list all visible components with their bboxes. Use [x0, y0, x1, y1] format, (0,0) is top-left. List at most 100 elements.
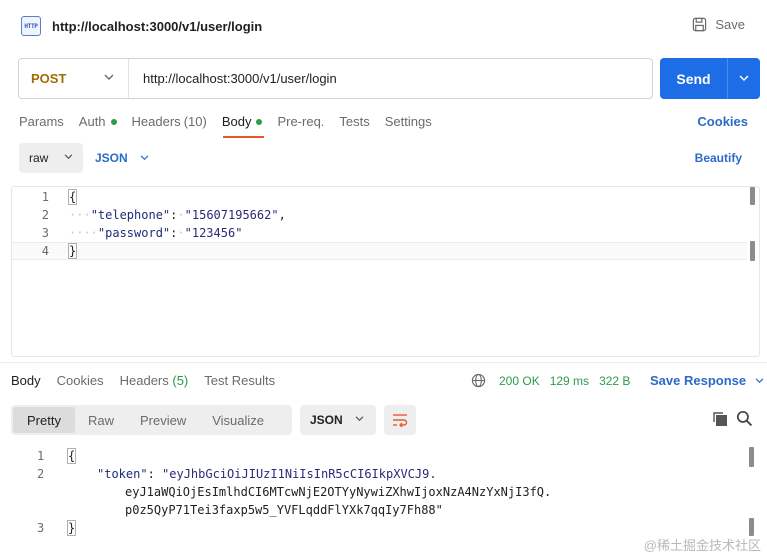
body-language-select[interactable]: JSON — [95, 151, 149, 165]
tab-headers[interactable]: Headers (10) — [132, 114, 207, 129]
body-mode-label: raw — [29, 151, 49, 165]
url-input[interactable]: http://localhost:3000/v1/user/login — [129, 71, 337, 86]
tab-label: Auth — [78, 114, 106, 129]
beautify-button[interactable]: Beautify — [695, 151, 742, 165]
tab-label: Settings — [384, 114, 432, 129]
code-text: ···"telephone":·"15607195662", — [69, 208, 286, 222]
code-text: } — [67, 243, 78, 259]
view-mode-visualize[interactable]: Visualize — [199, 407, 277, 433]
status-dot — [256, 118, 263, 125]
send-label: Send — [676, 70, 711, 87]
send-button[interactable]: Send — [660, 58, 760, 99]
method-select[interactable]: POST — [19, 59, 129, 98]
code-line: 2 ···"telephone":·"15607195662", — [12, 206, 759, 224]
url-bar: POST http://localhost:3000/v1/user/login — [18, 58, 653, 99]
chevron-down-icon — [355, 416, 364, 422]
tab-response-body[interactable]: Body — [11, 373, 41, 388]
body-language-label: JSON — [95, 151, 128, 165]
chevron-down-icon — [739, 75, 749, 82]
tab-body[interactable]: Body — [222, 114, 263, 129]
view-mode-preview[interactable]: Preview — [127, 407, 199, 433]
scrollbar-thumb[interactable] — [749, 447, 754, 467]
tab-label: Body — [11, 373, 41, 388]
tab-label: Tests — [339, 114, 370, 129]
tab-label: Test Results — [204, 373, 276, 388]
send-options-button[interactable] — [728, 75, 760, 82]
copy-icon[interactable] — [712, 411, 728, 427]
scrollbar-thumb[interactable] — [750, 241, 755, 261]
tab-settings[interactable]: Settings — [385, 114, 432, 129]
line-number: 2 — [41, 208, 49, 222]
wrap-lines-icon — [393, 414, 408, 427]
active-tab-indicator — [223, 136, 264, 138]
scrollbar-thumb[interactable] — [750, 187, 755, 205]
response-tabs: Body Cookies Headers (5) Test Results — [11, 373, 291, 388]
response-format-select[interactable]: JSON — [300, 405, 376, 435]
tab-count: (5) — [172, 373, 189, 388]
tab-test-results[interactable]: Test Results — [204, 373, 275, 388]
status-code[interactable]: 200 OK — [499, 374, 540, 388]
request-title[interactable]: http://localhost:3000/v1/user/login — [52, 19, 262, 34]
code-line: 1 { — [12, 188, 759, 206]
line-number: 1 — [37, 449, 45, 463]
line-number: 1 — [41, 190, 49, 204]
status-dot — [110, 118, 117, 125]
save-icon — [693, 17, 707, 32]
json-value: "15607195662" — [184, 208, 279, 222]
wrap-lines-button[interactable] — [384, 405, 416, 435]
request-body-editor[interactable]: 1 { 2 ···"telephone":·"15607195662", 3 ·… — [11, 186, 760, 357]
tab-response-cookies[interactable]: Cookies — [57, 373, 104, 388]
tab-tests[interactable]: Tests — [339, 114, 369, 129]
tab-label: Headers — [131, 114, 181, 129]
globe-icon[interactable] — [471, 373, 486, 388]
request-header: HTTP http://localhost:3000/v1/user/login… — [0, 0, 767, 52]
save-label: Save — [715, 17, 745, 32]
line-number: 3 — [37, 521, 45, 535]
response-format-label: JSON — [310, 413, 343, 427]
json-key: "telephone" — [90, 208, 171, 222]
watermark: @稀土掘金技术社区 — [643, 538, 761, 553]
json-value: "eyJhbGciOiJIUzI1NiIsInR5cCI6IkpXVCJ9. — [162, 467, 437, 481]
section-divider — [0, 362, 767, 363]
body-options: raw JSON — [19, 143, 149, 173]
cookies-link[interactable]: Cookies — [697, 114, 748, 129]
tab-label: Headers — [119, 373, 169, 388]
tab-label: Params — [19, 114, 64, 129]
response-stats: 200 OK 129 ms 322 B — [471, 373, 640, 388]
response-time[interactable]: 129 ms — [550, 374, 589, 388]
tab-response-headers[interactable]: Headers (5) — [120, 373, 189, 388]
response-body-viewer[interactable]: 1 { 2 "token": "eyJhbGciOiJIUzI1NiIsInR5… — [11, 445, 760, 545]
line-number: 2 — [37, 467, 45, 481]
tab-auth[interactable]: Auth — [79, 114, 117, 129]
chevron-down-icon — [64, 154, 73, 160]
json-value: eyJ1aWQiOjEsImlhdCI6MTcwNjE2OTYyNywiZXhw… — [125, 485, 552, 499]
tab-label: Body — [221, 114, 252, 129]
save-button[interactable]: Save — [692, 17, 745, 32]
json-key: "token" — [97, 467, 148, 481]
view-mode-pretty[interactable]: Pretty — [13, 407, 75, 433]
tab-pre-request[interactable]: Pre-req. — [277, 114, 324, 129]
response-size[interactable]: 322 B — [599, 374, 630, 388]
save-response-button[interactable]: Save Response — [650, 373, 764, 388]
json-key: "password" — [97, 226, 171, 240]
chevron-down-icon — [104, 74, 114, 80]
chevron-down-icon — [755, 377, 764, 383]
line-number: 3 — [41, 226, 49, 240]
scrollbar-thumb[interactable] — [749, 518, 754, 536]
code-line: 4 } — [12, 242, 747, 260]
body-mode-select[interactable]: raw — [19, 143, 83, 173]
chevron-down-icon — [140, 155, 149, 161]
response-view-modes: Pretty Raw Preview Visualize — [11, 405, 292, 435]
request-tabs: Params Auth Headers (10) Body Pre-req. Te… — [19, 114, 447, 129]
code-text: ····"password":·"123456" — [69, 226, 243, 240]
tab-label: Pre-req. — [277, 114, 325, 129]
code-text: "token": "eyJhbGciOiJIUzI1NiIsInR5cCI6Ik… — [97, 467, 437, 481]
code-text: { — [66, 448, 77, 464]
search-icon[interactable] — [736, 410, 753, 427]
method-label: POST — [31, 71, 67, 86]
tab-label: Cookies — [56, 373, 104, 388]
tab-params[interactable]: Params — [19, 114, 64, 129]
code-text: } — [66, 520, 77, 536]
view-mode-raw[interactable]: Raw — [75, 407, 127, 433]
save-response-label: Save Response — [650, 373, 747, 388]
